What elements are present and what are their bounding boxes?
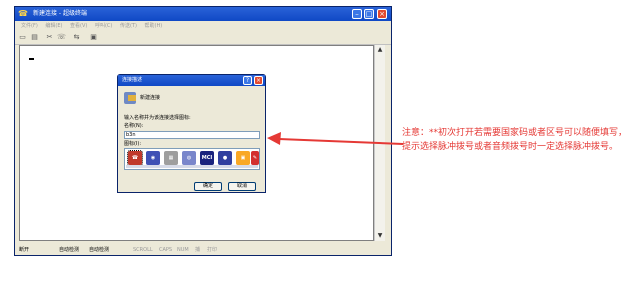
icon-label: 图标(I): [124, 141, 142, 147]
properties-icon[interactable]: ▣ [89, 33, 98, 42]
ok-button[interactable]: 确定 [194, 182, 222, 191]
status-scroll: SCROLL [133, 247, 153, 253]
modem-icon[interactable]: ▦ [164, 151, 178, 165]
status-detect-2: 自动检测 [89, 247, 110, 253]
scroll-down-icon[interactable]: ▼ [375, 231, 385, 241]
menu-transfer[interactable]: 传送(T) [120, 23, 137, 29]
icon-list[interactable]: ☎ ◉ ▦ ◍ MCI ● ▣ ✎ [124, 148, 260, 170]
dialog-close-button[interactable]: × [254, 76, 263, 85]
menu-edit[interactable]: 编辑(E) [45, 23, 62, 29]
menu-view[interactable]: 查看(V) [70, 23, 87, 29]
menu-bar: 文件(F) 编辑(E) 查看(V) 呼叫(C) 传送(T) 帮助(H) [15, 21, 391, 31]
network-icon[interactable]: ● [218, 151, 232, 165]
name-label: 名称(N): [124, 123, 144, 129]
status-connection: 断开 [19, 247, 30, 253]
mci-icon[interactable]: MCI [200, 151, 214, 165]
annotation-arrow [267, 132, 404, 145]
menu-call[interactable]: 呼叫(C) [95, 23, 112, 29]
status-caps: CAPS [159, 247, 173, 253]
title-bar[interactable]: ☎ 新建连接 - 超级终端 – □ × [15, 7, 391, 21]
folder-icon[interactable]: ▣ [236, 151, 250, 165]
send-icon[interactable]: ⇆ [72, 33, 81, 42]
globe-icon[interactable]: ◉ [146, 151, 160, 165]
new-connection-icon [124, 92, 136, 104]
status-print: 打印 [207, 247, 218, 253]
status-num: NUM [177, 247, 189, 253]
annotation-note: 注意：**初次打开若需要国家码或者区号可以随便填写，提示选择脉冲拨号或者音频拨号… [402, 128, 628, 152]
name-input[interactable]: b3n [124, 131, 260, 139]
menu-file[interactable]: 文件(F) [21, 23, 38, 29]
minimize-button[interactable]: – [352, 9, 362, 19]
disconnect-icon[interactable]: ✂ [45, 33, 54, 42]
window-title: 新建连接 - 超级终端 [33, 10, 87, 17]
icon-list-scrollbar[interactable] [126, 165, 258, 168]
dialog-title-bar[interactable]: 连接描述 ? × [118, 75, 265, 86]
new-icon[interactable]: ▭ [18, 33, 27, 42]
maximize-button[interactable]: □ [364, 9, 374, 19]
phone-icon[interactable]: ☏ [57, 33, 66, 42]
menu-help[interactable]: 帮助(H) [145, 23, 163, 29]
open-icon[interactable]: ▤ [30, 33, 39, 42]
toolbar: ▭ ▤ ✂ ☏ ⇆ ▣ [15, 31, 391, 45]
hyperterminal-icon: ☎ [18, 9, 28, 18]
help-button[interactable]: ? [243, 76, 252, 85]
dialog-prompt: 输入名称并为该连接选择图标: [124, 115, 191, 121]
connection-description-dialog: 连接描述 ? × 新建连接 输入名称并为该连接选择图标: 名称(N): b3n … [117, 74, 266, 193]
status-capture: 捕 [195, 247, 201, 253]
close-button[interactable]: × [377, 9, 387, 19]
status-detect-1: 自动检测 [59, 247, 80, 253]
pin-icon[interactable]: ✎ [251, 151, 259, 165]
scroll-up-icon[interactable]: ▲ [375, 45, 385, 55]
status-bar: 断开 自动检测 自动检测 SCROLL CAPS NUM 捕 打印 [15, 246, 391, 255]
cancel-button[interactable]: 取消 [228, 182, 256, 191]
dialog-title: 连接描述 [122, 77, 143, 83]
phone-icon[interactable]: ☎ [127, 150, 143, 166]
earth-icon[interactable]: ◍ [182, 151, 196, 165]
text-cursor [29, 58, 34, 60]
dialog-header: 新建连接 [140, 95, 161, 101]
